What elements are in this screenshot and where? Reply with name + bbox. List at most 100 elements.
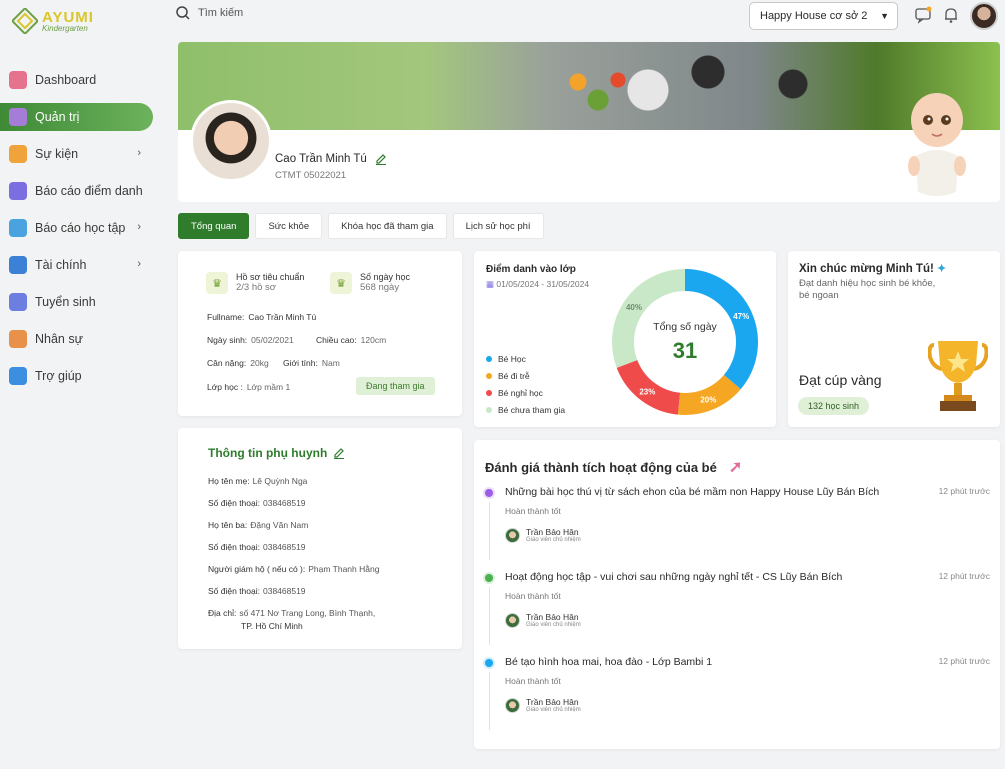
fullname-row: Fullname: Cao Trần Minh Tú [207,312,316,322]
chevron-right-icon: › [137,147,141,159]
mother-value: Lê Quỳnh Nga [252,476,308,486]
sidebar-item-0[interactable]: Dashboard [0,66,153,94]
sidebar-item-5[interactable]: Tài chính › [0,251,153,279]
student-code: CTMT 05022021 [275,170,347,181]
achievement-time: 12 phút trước [938,656,990,666]
enrollment-icon [9,293,27,311]
father-label: Họ tên ba: [208,520,248,530]
branch-select[interactable]: Happy House cơ sở 2 ▼ [749,2,898,30]
chat-icon[interactable] [914,6,932,24]
trophy-icon [928,341,988,411]
tab-courses[interactable]: Khóa học đã tham gia [328,213,447,239]
sidebar-item-8[interactable]: Trợ giúp [0,362,153,390]
achievements-title-row: Đánh giá thành tích hoạt động của bé ➚ [485,457,742,477]
study-report-icon [9,219,27,237]
height-label: Chiều cao: [316,335,357,345]
teacher-avatar [505,613,520,629]
parent-info-title: Thông tin phụ huynh [208,446,345,460]
stat-label: Hồ sơ tiêu chuẩn [236,272,305,282]
student-avatar [190,100,272,182]
sidebar-item-label: Dashboard [35,73,97,87]
bell-icon[interactable] [942,6,960,24]
father-value: Đặng Văn Nam [250,520,309,530]
phone-label: Số điện thoại: [208,498,260,508]
award-label: Đạt cúp vàng [799,372,882,388]
sidebar-item-label: Sự kiện [35,147,79,161]
stat-value: 568 ngày [360,282,400,293]
sidebar-item-7[interactable]: Nhân sự [0,325,153,353]
brand-logo[interactable]: AYUMI Kindergarten [12,8,94,34]
tab-tuition-history[interactable]: Lịch sử học phí [452,213,544,239]
mascot-baby-image [908,93,966,196]
legend-dot [486,373,492,379]
crown-icon: ♛ [206,272,228,294]
class-value: Lớp mầm 1 [246,382,291,392]
phone-value: 038468519 [262,498,306,508]
donut-slice-label: 40% [626,303,642,312]
tab-overview[interactable]: Tổng quan [178,213,250,239]
congrats-card: Xin chúc mừng Minh Tú! ✦ Đạt danh hiệu h… [788,251,1000,427]
teacher-avatar [505,698,520,714]
user-avatar[interactable] [970,2,998,30]
date-range-text: 01/05/2024 - 31/05/2024 [496,279,590,289]
timeline-dot [485,574,493,582]
staff-icon [9,330,27,348]
gender-label: Giới tính: [283,358,318,368]
search-icon [176,6,190,20]
phone-row: Số điện thoại: 038468519 [208,542,306,552]
phone-label: Số điện thoại: [208,542,260,552]
timeline-dot [485,489,493,497]
sidebar-item-label: Quản trị [35,110,80,124]
stat-label: Số ngày học [360,272,411,282]
sidebar-item-3[interactable]: Báo cáo điểm danh [0,177,153,205]
address-row: Địa chỉ: số 471 Nơ Trang Long, Bình Thạnh… [208,608,375,618]
tab-health[interactable]: Sức khỏe [255,213,323,239]
teacher-info: Trần Bảo Hân Giáo viên chủ nhiệm [505,612,581,629]
phone-label: Số điện thoại: [208,586,260,596]
sidebar-item-6[interactable]: Tuyển sinh [0,288,153,316]
phone-row: Số điện thoại: 038468519 [208,586,306,596]
attendance-title: Điểm danh vào lớp [486,264,576,275]
legend-dot [486,356,492,362]
timeline-dot [485,659,493,667]
attendance-donut-chart: Tổng số ngày 31 47% 20% 23% 40% [612,269,758,415]
donut-slice [616,359,681,415]
class-label: Lớp học : [207,382,243,392]
guardian-label: Người giám hộ ( nếu có ): [208,564,306,574]
phone-value: 038468519 [262,586,306,596]
brand-sub: Kindergarten [42,23,88,33]
admin-icon [9,108,27,126]
sidebar-item-label: Trợ giúp [35,369,82,383]
sidebar-item-label: Nhân sự [35,332,83,346]
calendar-icon: ▦ [486,279,495,289]
donut-slice-label: 23% [639,387,655,396]
achievements-title: Đánh giá thành tích hoạt động của bé [485,459,717,475]
attendance-report-icon [9,182,27,200]
edit-icon[interactable] [333,447,345,459]
chevron-down-icon: ▼ [880,11,889,21]
legend-dot [486,407,492,413]
edit-icon[interactable] [375,153,387,165]
sidebar-item-1[interactable]: Quản trị [0,103,153,131]
weight-label: Cân nặng: [207,358,247,368]
branch-select-value: Happy House cơ sở 2 [760,10,868,22]
legend-item: Bé nghỉ học [486,388,565,398]
donut-center-label: Tổng số ngày [653,321,717,333]
profile-banner: Cao Trần Minh Tú CTMT 05022021 [178,42,1000,202]
stat-value: 2/3 hồ sơ [236,282,277,293]
search-box[interactable]: Tìm kiếm [176,6,243,20]
address-label: Địa chỉ: [208,608,237,618]
sidebar-item-2[interactable]: Sự kiện › [0,140,153,168]
donut-slice-label: 20% [700,395,716,404]
legend-label: Bé nghỉ học [498,388,543,398]
legend-item: Bé chưa tham gia [486,405,565,415]
sidebar-item-4[interactable]: Báo cáo học tập › [0,214,153,242]
banner-image [178,42,1000,130]
parent-info-card: Thông tin phụ huynh Họ tên mẹ: Lê Quỳnh N… [178,428,462,649]
dob-label: Ngày sinh: [207,335,248,345]
teacher-avatar [505,528,520,544]
fullname-value: Cao Trần Minh Tú [248,312,317,322]
help-icon [9,367,27,385]
attendance-date-range: ▦ 01/05/2024 - 31/05/2024 [486,279,589,290]
chart-legend: Bé Học Bé đi trễ Bé nghỉ học Bé chưa tham g… [486,354,565,422]
